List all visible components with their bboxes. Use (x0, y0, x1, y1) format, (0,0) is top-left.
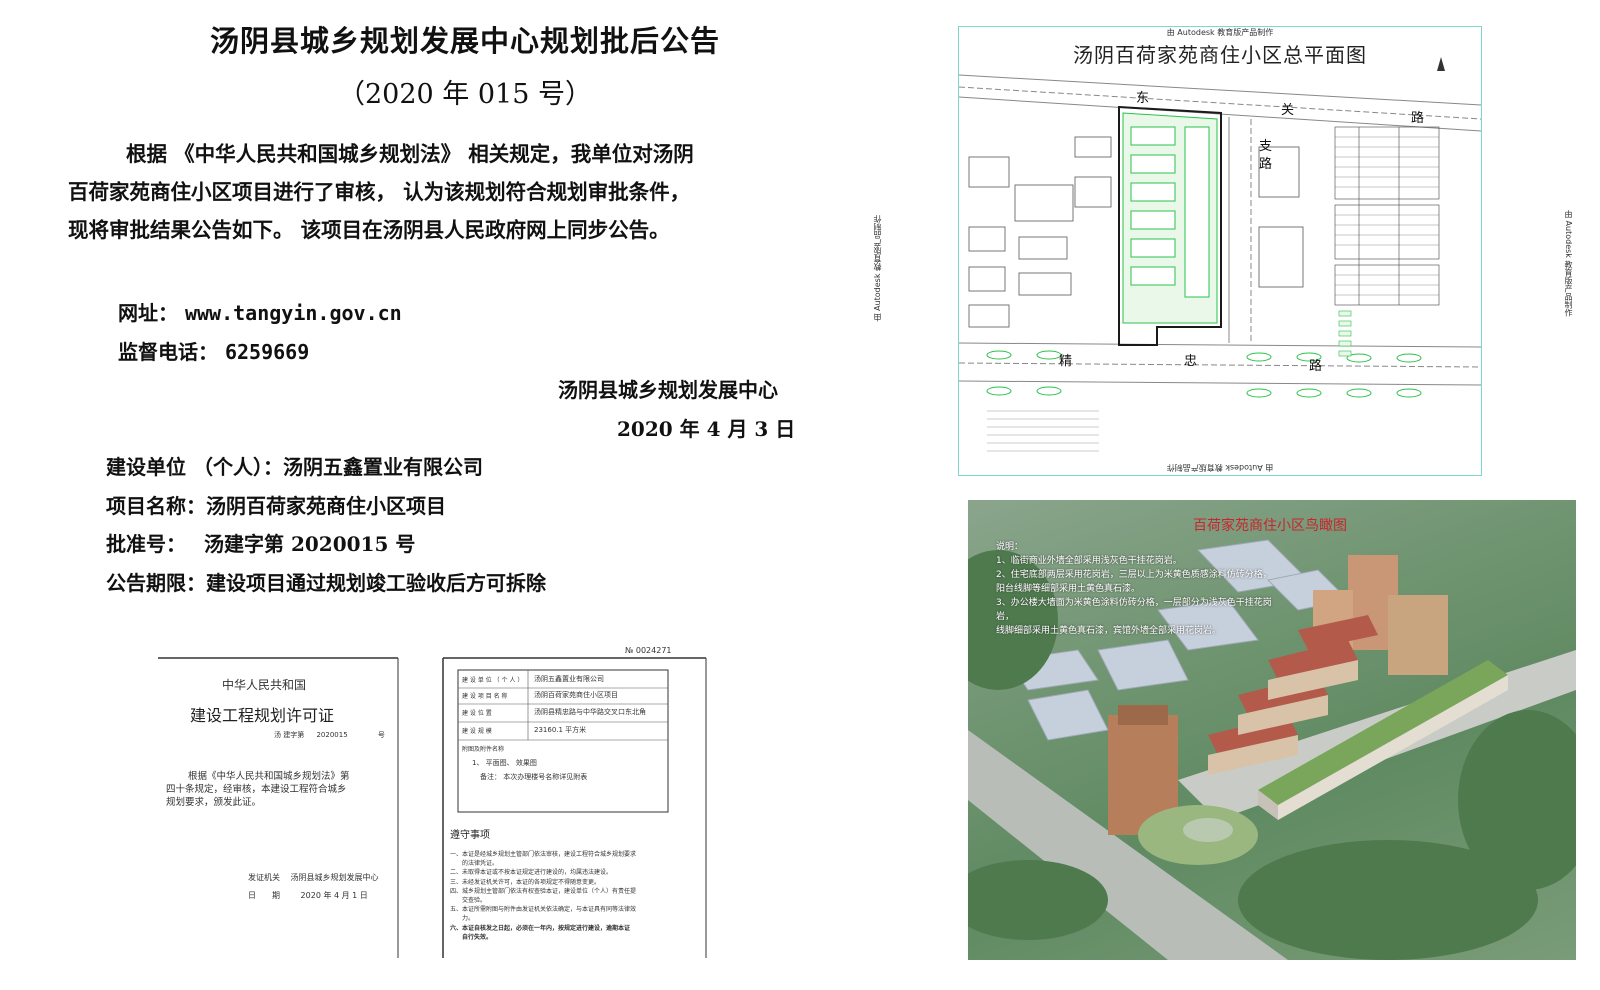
permit-ref: 汤 建字第 2020015 号 (274, 730, 385, 740)
phone-label: 监督电话： (118, 340, 218, 364)
date-value: 2020 年 4 月 1 日 (300, 891, 368, 900)
date-label: 日 期 (248, 891, 280, 900)
note-line: 1、临街商业外墙全部采用浅灰色干挂花岗岩。 (996, 556, 1182, 566)
ref-suffix: 号 (377, 731, 385, 739)
rule-line: 五、本证所需附图与附件由发证机关依法确定，与本证具有同等法律效 (450, 906, 637, 914)
permit-remark: 备注： 本次办理楼号名称详见附表 (480, 773, 588, 781)
road-label: 关 (1281, 103, 1295, 118)
permit-row-label: 建 设 位 置 (462, 710, 492, 717)
permit-row-value: 23160.1 平方米 (534, 726, 587, 734)
rule-line: 六、本证自核发之日起，必须在一年内，按规定进行建设，逾期本证 (450, 924, 631, 932)
site-plan-image: 由 Autodesk 教育版产品制作 汤阴百荷家苑商住小区总平面图 东 关 路 … (958, 26, 1482, 476)
permit-body-line: 规划要求，颁发此证。 (166, 797, 262, 808)
rule-line: 自行失效。 (462, 933, 493, 941)
plan-watermark-bottom: 由 Autodesk 教育版产品制作 (1166, 463, 1274, 472)
paragraph-line: 根据 《中华人民共和国城乡规划法》 相关规定，我单位对汤阴 (126, 142, 694, 166)
site-plan-drawing (959, 57, 1481, 452)
permit-body: 根据《中华人民共和国城乡规划法》第 四十条规定，经审核，本建设工程符合城乡 规划… (166, 770, 350, 809)
permit-date: 日 期 2020 年 4 月 1 日 (248, 890, 368, 901)
road-label: 精 (1059, 354, 1073, 369)
permit-serial: № 0024271 (625, 646, 672, 655)
aerial-view-image: 百荷家苑商住小区鸟瞰图 说明： 1、临街商业外墙全部采用浅灰色干挂花岗岩。 2、… (968, 500, 1576, 960)
planning-permit-image: № 0024271 中华人民共和国 建设工程规划许可证 汤 建字第 202001… (158, 646, 716, 966)
permit-country: 中华人民共和国 (222, 678, 307, 692)
rule-line: 力。 (462, 915, 475, 923)
road-label: 支 (1259, 139, 1273, 154)
detail-label: 项目名称： (106, 494, 206, 518)
aerial-title: 百荷家苑商住小区鸟瞰图 (1193, 518, 1347, 534)
permit-row-label: 建 设 项 目 名 称 (462, 693, 508, 700)
permit-body-line: 四十条规定，经审核，本建设工程符合城乡 (166, 784, 347, 795)
website-label: 网址： (118, 301, 178, 325)
phone-number: 6259669 (224, 340, 310, 364)
road-label: 忠 (1184, 354, 1198, 369)
plan-side-watermark-left: 由 Autodesk 教育版产品制作 (873, 215, 882, 322)
road-label: 路 (1259, 157, 1273, 172)
issuer-value: 汤阴县城乡规划发展中心 (290, 873, 379, 882)
permit-body-line: 根据《中华人民共和国城乡规划法》第 (188, 771, 350, 782)
issuer-name: 汤阴县城乡规划发展中心 (558, 378, 778, 402)
detail-value: 建设项目通过规划竣工验收后方可拆除 (206, 571, 546, 595)
permit-row-label: 建 设 单 位 （ 个 人 ） (462, 677, 524, 684)
note-line: 3、办公楼大墙面为米黄色涂料仿砖分格，一层部分为浅灰色干挂花岗岩， (996, 598, 1272, 622)
issue-date: 2020 年 4 月 3 日 (617, 417, 796, 441)
plan-side-watermark-right: 由 Autodesk 教育版产品制作 (1564, 210, 1573, 317)
detail-value: 汤阴百荷家苑商住小区项目 (206, 494, 446, 518)
road-label: 路 (1411, 111, 1425, 126)
phone-row: 监督电话： 6259669 (118, 336, 309, 365)
website-row: 网址： www.tangyin.gov.cn (118, 297, 402, 326)
paragraph-line: 百荷家苑商住小区项目进行了审核， 认为该规划符合规划审批条件， (68, 180, 691, 204)
attach-item: 1、 平面图、 效果图 (472, 759, 537, 767)
road-label: 路 (1309, 359, 1323, 374)
rule-line: 一、本证是经城乡规划主管部门依法审核，建设工程符合城乡规划要求 (450, 851, 637, 858)
notice-title: 汤阴县城乡规划发展中心规划批后公告 (209, 24, 720, 58)
note-line: 2、住宅底部两层采用花岗岩，三层以上为米黄色质感涂料仿砖分格， (996, 570, 1272, 580)
ref-mid: 建字第 (283, 731, 305, 739)
notice-number: （2020 年 015 号） (338, 79, 592, 110)
rules-title: 遵守事项 (450, 830, 490, 841)
paragraph-line: 现将审批结果公告如下。 该项目在汤阴县人民政府网上同步公告。 (68, 218, 670, 242)
issuer-label: 发证机关 (248, 873, 280, 882)
permit-row-value: 汤阴五鑫置业有限公司 (534, 675, 604, 683)
detail-label: 公告期限： (106, 571, 206, 595)
detail-approval: 批准号： 汤建字第 2020015 号 (106, 528, 415, 557)
rule-line: 二、未取得本证或不按本证规定进行建设的，均属违法建设。 (450, 869, 613, 877)
detail-period: 公告期限：建设项目通过规划竣工验收后方可拆除 (106, 567, 546, 596)
note-line: 说明： (996, 542, 1024, 552)
detail-builder: 建设单位 （个人）：汤阴五鑫置业有限公司 (106, 451, 483, 480)
rule-line: 四、城乡规划主管部门依法有权查验本证，建设单位（个人）有责任提 (450, 887, 637, 895)
attach-label: 附图及附件名称 (462, 746, 505, 753)
detail-label: 建设单位 （个人）： (106, 455, 283, 479)
ref-prefix: 汤 (274, 731, 281, 739)
permit-row-value: 汤阴百荷家苑商住小区项目 (534, 691, 618, 699)
road-label: 东 (1136, 91, 1150, 106)
note-line: 阳台线脚等细部采用土黄色真石漆。 (996, 584, 1141, 594)
note-line: 线脚细部采用土黄色真石漆，宾馆外墙全部采用花岗岩。 (996, 626, 1222, 636)
rule-line: 交查验。 (462, 897, 487, 905)
detail-project: 项目名称：汤阴百荷家苑商住小区项目 (106, 490, 446, 519)
ref-number: 2020015 (316, 731, 348, 739)
permit-row-label: 建 设 规 模 (462, 728, 492, 735)
permit-issuer: 发证机关 汤阴县城乡规划发展中心 (248, 872, 379, 883)
aerial-notes: 说明： 1、临街商业外墙全部采用浅灰色干挂花岗岩。 2、住宅底部两层采用花岗岩，… (996, 540, 1286, 638)
notice-paragraph: 根据 《中华人民共和国城乡规划法》 相关规定，我单位对汤阴 百荷家苑商住小区项目… (68, 135, 788, 249)
rule-line: 的法律凭证。 (462, 860, 499, 868)
permit-row-value: 汤阴县精忠路与中华路交叉口东北角 (534, 708, 646, 716)
permit-title: 建设工程规划许可证 (190, 706, 335, 725)
detail-value: 汤建字第 2020015 号 (204, 532, 416, 556)
website-link[interactable]: www.tangyin.gov.cn (185, 301, 402, 325)
detail-label: 批准号： (106, 532, 186, 556)
rules-list: 一、本证是经城乡规划主管部门依法审核，建设工程符合城乡规划要求 的法律凭证。 二… (450, 850, 702, 942)
rule-line: 三、未经发证机关许可，本证的各项规定不得随意变更。 (450, 878, 601, 886)
detail-value: 汤阴五鑫置业有限公司 (282, 455, 483, 479)
